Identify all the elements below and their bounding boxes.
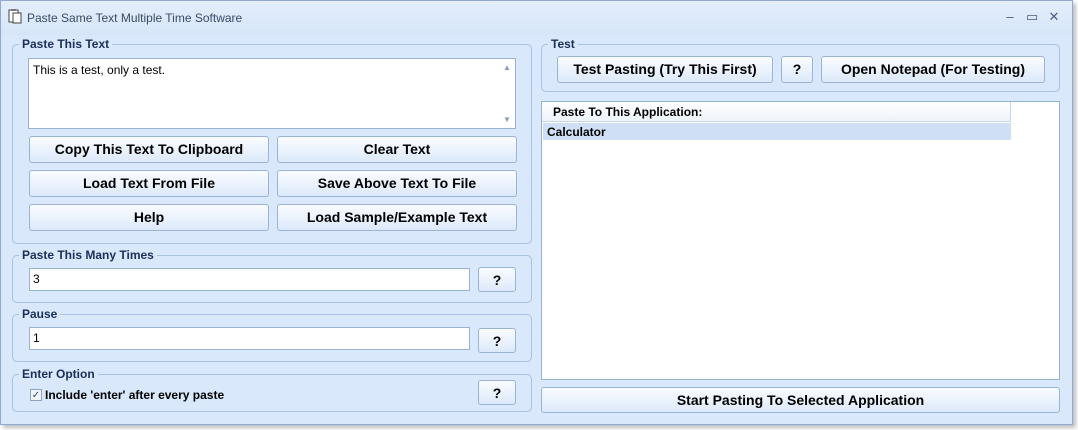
paste-text-area[interactable]: This is a test, only a test. ▲ ▼ [28, 58, 516, 129]
clear-text-button[interactable]: Clear Text [277, 136, 517, 163]
include-enter-label[interactable]: Include 'enter' after every paste [45, 388, 224, 402]
paste-text-group: Paste This Text This is a test, only a t… [12, 37, 532, 244]
pause-group: Pause 1 ? [12, 307, 532, 362]
list-item[interactable]: Calculator [543, 123, 1011, 140]
copy-to-clipboard-button[interactable]: Copy This Text To Clipboard [29, 136, 269, 163]
paste-times-legend: Paste This Many Times [19, 248, 157, 262]
pause-help-button[interactable]: ? [478, 328, 516, 353]
help-button[interactable]: Help [29, 204, 269, 231]
paste-text-value: This is a test, only a test. [33, 63, 166, 77]
enter-option-help-button[interactable]: ? [478, 380, 516, 405]
test-pasting-button[interactable]: Test Pasting (Try This First) [557, 56, 773, 83]
application-list[interactable]: Paste To This Application: Calculator [541, 101, 1060, 380]
title-bar[interactable]: Paste Same Text Multiple Time Software –… [1, 1, 1072, 35]
enter-option-legend: Enter Option [19, 367, 98, 381]
start-pasting-button[interactable]: Start Pasting To Selected Application [541, 387, 1060, 413]
clipboard-icon [7, 8, 23, 24]
window-title: Paste Same Text Multiple Time Software [27, 11, 243, 25]
maximize-icon[interactable]: ▭ [1021, 7, 1043, 27]
paste-text-legend: Paste This Text [19, 37, 113, 51]
save-text-button[interactable]: Save Above Text To File [277, 170, 517, 197]
load-sample-button[interactable]: Load Sample/Example Text [277, 204, 517, 231]
scroll-up-icon[interactable]: ▲ [501, 63, 513, 73]
test-help-button[interactable]: ? [781, 56, 813, 83]
minimize-icon[interactable]: – [999, 7, 1021, 27]
pause-input[interactable]: 1 [29, 327, 470, 350]
test-group: Test Test Pasting (Try This First) ? Ope… [541, 37, 1060, 92]
application-list-header[interactable]: Paste To This Application: [542, 102, 1011, 122]
paste-times-group: Paste This Many Times 3 ? [12, 248, 532, 303]
pause-legend: Pause [19, 307, 61, 321]
enter-option-group: Enter Option ✓ Include 'enter' after eve… [12, 367, 532, 412]
scroll-down-icon[interactable]: ▼ [501, 115, 513, 125]
close-icon[interactable]: ✕ [1043, 7, 1065, 27]
open-notepad-button[interactable]: Open Notepad (For Testing) [821, 56, 1045, 83]
include-enter-checkbox[interactable]: ✓ [30, 389, 42, 401]
paste-times-help-button[interactable]: ? [478, 267, 516, 292]
app-window: Paste Same Text Multiple Time Software –… [0, 0, 1073, 425]
load-text-button[interactable]: Load Text From File [29, 170, 269, 197]
paste-times-input[interactable]: 3 [29, 268, 470, 291]
test-legend: Test [548, 37, 578, 51]
